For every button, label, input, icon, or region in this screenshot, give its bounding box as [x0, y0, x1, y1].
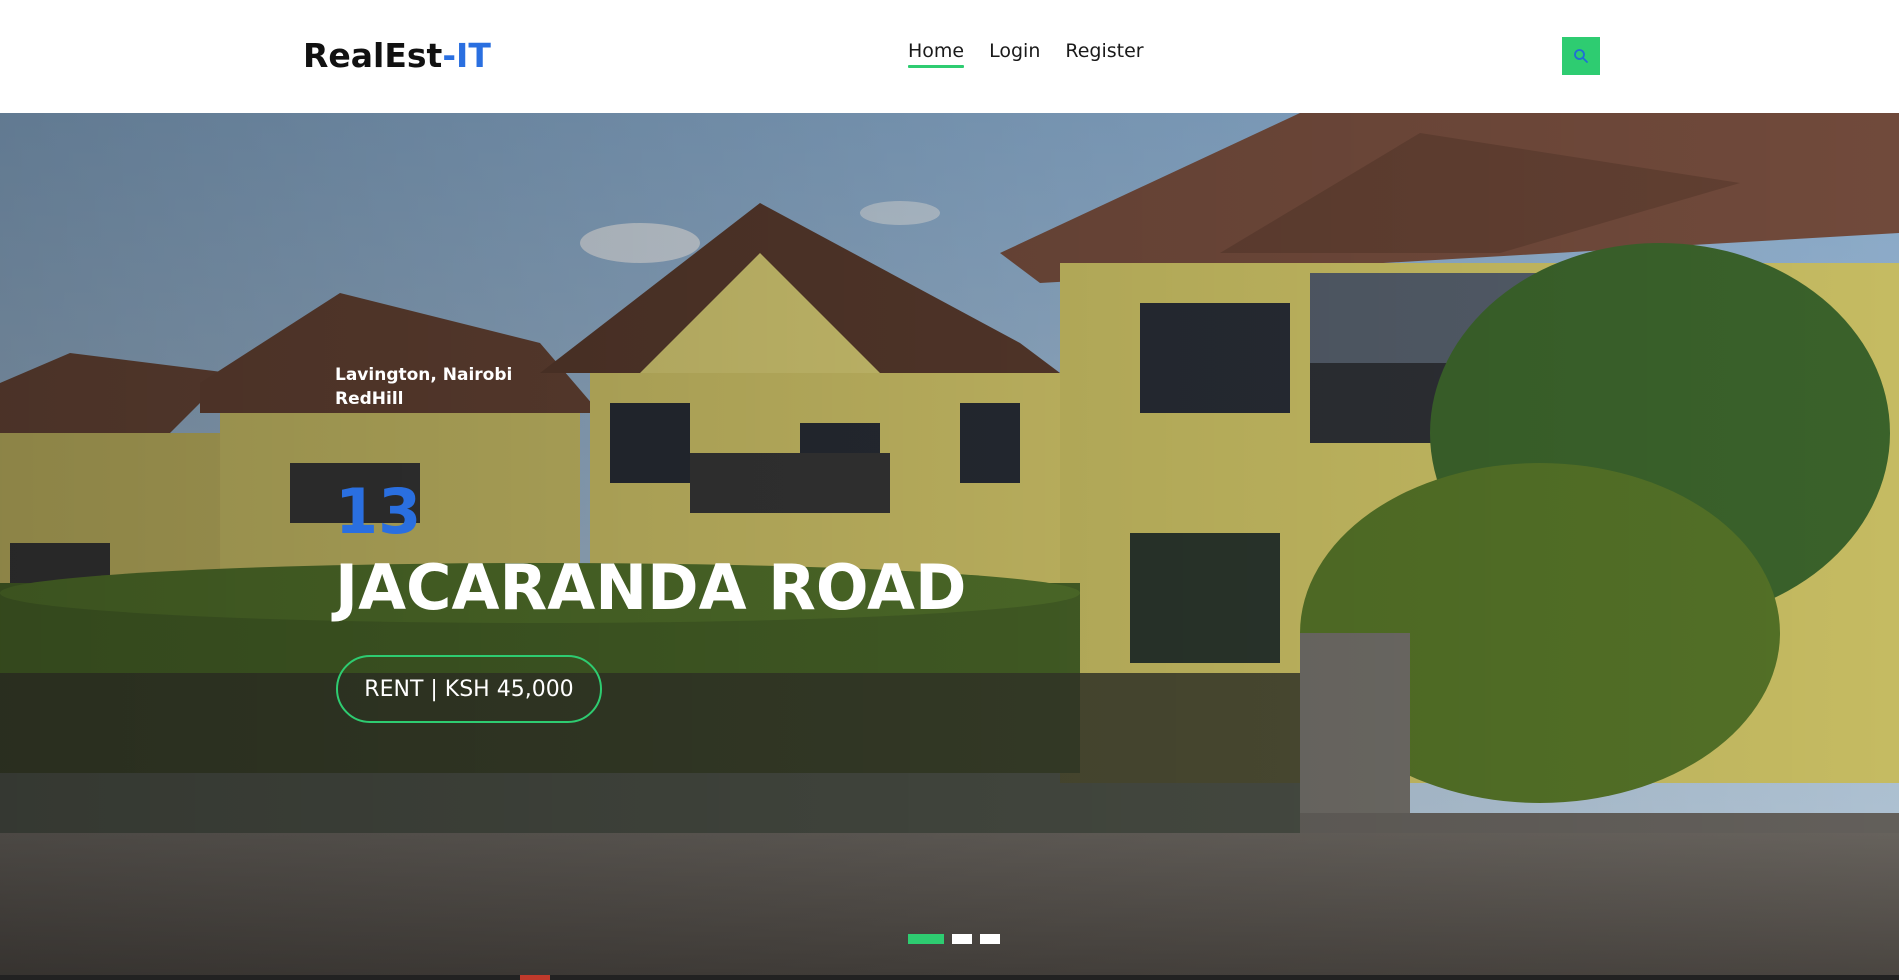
slide-indicator-3[interactable]	[980, 934, 1000, 944]
nav-login-link[interactable]: Login	[989, 40, 1040, 68]
hero-content: Lavington, Nairobi RedHill 13 JACARANDA …	[335, 363, 966, 723]
site-logo[interactable]: RealEst-IT	[303, 36, 491, 75]
slider-indicators	[908, 934, 1000, 944]
property-number: 13	[335, 475, 422, 548]
search-button[interactable]	[1562, 37, 1600, 75]
main-nav: Home Login Register	[908, 40, 1169, 68]
slide-indicator-2[interactable]	[952, 934, 972, 944]
nav-home-link[interactable]: Home	[908, 40, 965, 68]
property-location: Lavington, Nairobi RedHill	[335, 363, 512, 411]
logo-accent-text: -IT	[442, 36, 491, 75]
site-header: RealEst-IT Home Login Register	[0, 0, 1899, 113]
property-location-line2: RedHill	[335, 389, 404, 409]
property-location-line1: Lavington, Nairobi	[335, 365, 513, 385]
hero-slider: Lavington, Nairobi RedHill 13 JACARANDA …	[0, 113, 1899, 980]
nav-register-link[interactable]: Register	[1065, 40, 1143, 68]
property-price-button[interactable]: RENT | KSH 45,000	[336, 655, 602, 723]
page-bottom-edge	[0, 975, 1899, 980]
bottom-accent-mark	[520, 975, 550, 980]
slide-indicator-1[interactable]	[908, 934, 944, 944]
property-street: JACARANDA ROAD	[335, 551, 967, 624]
logo-main-text: RealEst	[303, 36, 443, 75]
hero-overlay	[0, 113, 1899, 980]
search-icon	[1574, 49, 1588, 63]
